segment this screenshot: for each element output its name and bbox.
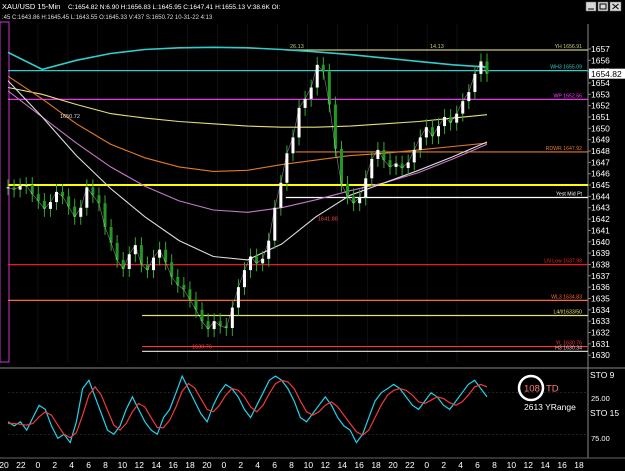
price-tick-label: 1631 [591,339,610,349]
time-tick-label: 0 [221,460,226,470]
price-tick-label: 1657 [591,44,610,54]
price-level-label: L4/l/1633/50 [553,309,582,315]
time-tick-label: 18 [371,460,381,470]
symbol-title: XAU/USD 15-Min [2,2,60,11]
price-tick-label: 1649 [591,135,610,145]
price-tick-label: 1635 [591,293,610,303]
price-tick-label: 1634 [591,305,610,315]
price-tick-label: 1644 [591,191,610,201]
price-tick-label: 1630 [591,350,610,360]
chart-annotation: 1630.76 [192,345,212,351]
price-tick-label: 1647 [591,157,610,167]
sto-name-label: STO 9 [590,370,615,380]
time-tick-label: 22 [405,460,415,470]
price-tick-label: 1640 [591,237,610,247]
time-tick-label: 20 [202,460,212,470]
td-number: 108 [524,384,540,395]
time-tick-label: 18 [185,460,195,470]
price-tick-label: 1653 [591,89,610,99]
chart-annotation: 1641.88 [318,216,338,222]
price-level-label: WP 1652.56 [554,93,583,99]
price-level-label: Yest Mid Pt [556,192,583,198]
chart-canvas: YH 1656.91 WH3 1655.09 WP 1652.56 RDWR 1647… [0,0,625,471]
time-tick-label: 12 [524,460,534,470]
time-axis: 20 22 0 2 4 6 8 10 12 14 16 18 20 0 2 4 6 8 10 12 14 16 18 20 22… [0,460,584,470]
time-tick-label: 22 [16,460,26,470]
time-tick-label: 6 [272,460,277,470]
price-tick-label: 1648 [591,146,610,156]
time-tick-label: 4 [69,460,74,470]
time-tick-label: 20 [388,460,398,470]
time-tick-label: 10 [304,460,314,470]
chart-annotation: 14.13 [430,44,444,50]
price-level-label: RDWR 1647.92 [546,146,582,152]
price-tick-label: 1651 [591,112,610,122]
time-tick-label: 2 [238,460,243,470]
time-tick-label: 16 [168,460,178,470]
price-level-label: WL3 1634.83 [551,294,582,300]
price-tick-label: 1643 [591,203,610,213]
price-tick-label: 1636 [591,282,610,292]
price-level-label: YH 1656.91 [555,44,583,50]
time-tick-label: 14 [151,460,161,470]
chart-annotation: 1650.72 [60,114,80,120]
time-tick-label: 2 [441,460,446,470]
time-tick-label: 12 [135,460,145,470]
maximize-icon[interactable] [597,1,609,12]
close-icon[interactable] [609,1,622,12]
price-level-label: LN Low 1637.98 [544,259,582,265]
time-tick-label: 4 [255,460,260,470]
time-tick-label: 0 [424,460,429,470]
time-tick-label: 14 [338,460,348,470]
chart-annotation: 26.13 [290,44,304,50]
td-label: TD [546,384,559,395]
price-tick-label: 1632 [591,328,610,338]
time-tick-label: 10 [118,460,128,470]
price-tick-label: 1639 [591,248,610,258]
time-tick-label: 2 [52,460,57,470]
time-tick-label: 8 [289,460,294,470]
window-buttons [585,1,622,12]
time-tick-label: 10 [507,460,517,470]
yrange-label: 2613 YRange [524,402,576,412]
time-tick-label: 20 [0,460,9,470]
time-tick-label: 6 [86,460,91,470]
sto-tick-label: 25.00 [591,394,610,403]
price-level-label: H3 1630.34 [555,345,582,351]
time-tick-label: 12 [321,460,331,470]
time-tick-label: 18 [574,460,584,470]
time-tick-label: 16 [354,460,364,470]
sub-readout: :45 C:1643.86 H:1645.45 L:1643.55 O:1645… [2,15,213,21]
time-tick-label: 16 [557,460,567,470]
time-tick-label: 0 [35,460,40,470]
price-tick-label: 1646 [591,169,610,179]
price-level-label: WH3 1655.09 [550,65,582,71]
price-tick-label: 1645 [591,180,610,190]
price-tick-label: 1652 [591,101,610,111]
ohlc-readout: C:1654.82 N:6.90 H:1656.83 L:1645.95 C:1… [68,4,280,11]
price-tick-label: 1654 [591,78,610,88]
time-tick-label: 6 [475,460,480,470]
price-tick-label: 1642 [591,214,610,224]
time-tick-label: 14 [540,460,550,470]
sto-name-label: STO 15 [590,408,619,418]
price-tick-label: 1650 [591,123,610,133]
minimize-icon[interactable] [585,1,597,12]
price-tick-label: 1637 [591,271,610,281]
price-tick-label: 1633 [591,316,610,326]
price-tick-label: 1641 [591,225,610,235]
time-tick-label: 4 [458,460,463,470]
time-tick-label: 8 [492,460,497,470]
price-tick-label: 1638 [591,259,610,269]
time-tick-label: 8 [103,460,108,470]
current-price-label: 1654.82 [591,69,622,79]
sto-tick-label: 75.00 [591,434,610,443]
price-tick-label: 1656 [591,55,610,65]
